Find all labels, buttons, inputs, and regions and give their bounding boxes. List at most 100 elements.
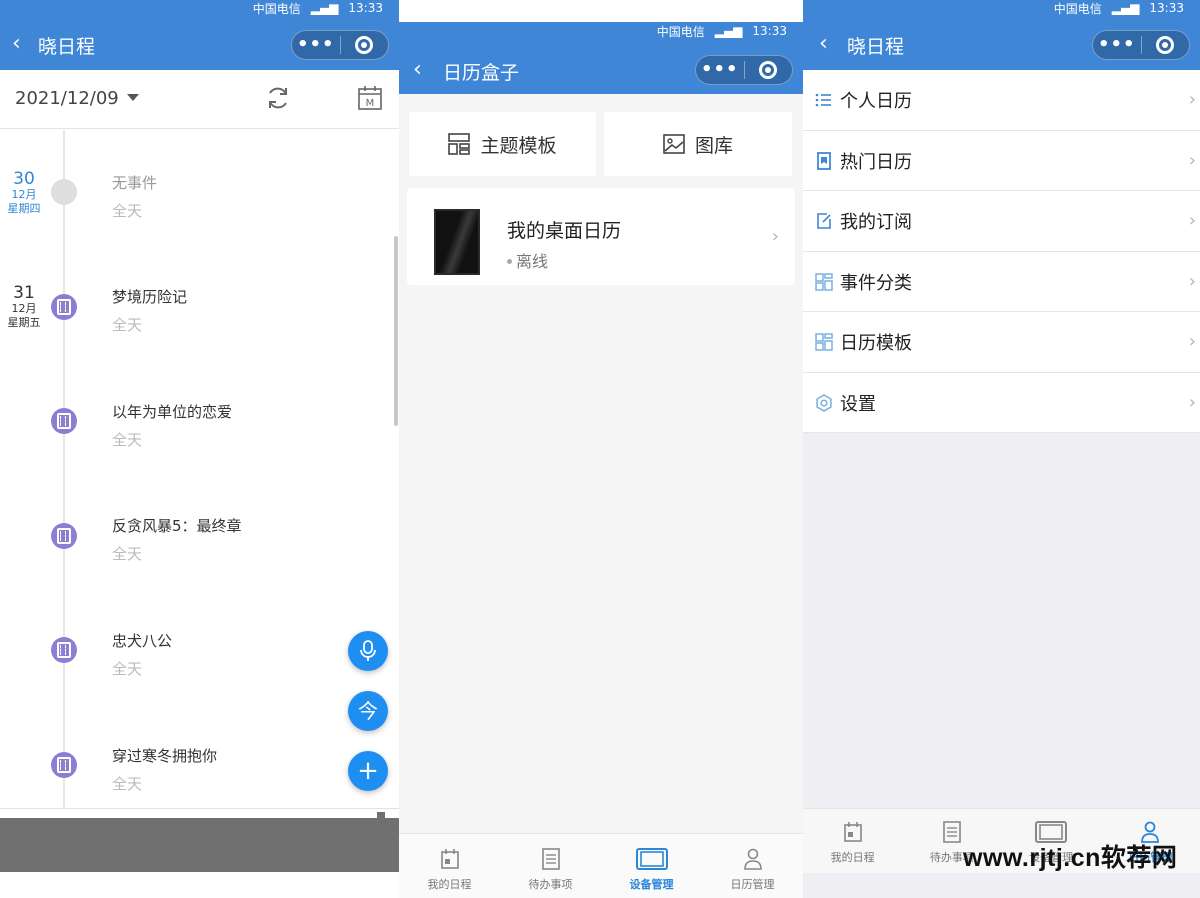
nav-bar: ‹ 晓日程 ••• xyxy=(0,16,399,70)
todo-icon xyxy=(943,821,961,843)
film-glyph xyxy=(57,528,71,544)
page-title: 晓日程 xyxy=(38,36,96,58)
more-icon[interactable]: ••• xyxy=(1093,31,1141,59)
tab-todo[interactable]: 待办事项 xyxy=(500,834,601,898)
event-title[interactable]: 反贪风暴5：最终章 xyxy=(112,515,242,536)
nav-bar: ‹ 晓日程 ••• xyxy=(803,16,1200,70)
film-icon xyxy=(51,408,77,434)
chevron-right-icon: › xyxy=(1188,89,1196,110)
tab-my-schedule[interactable]: 我的日程 xyxy=(399,834,500,898)
event-title[interactable]: 穿过寒冬拥抱你 xyxy=(112,745,217,766)
back-icon[interactable]: ‹ xyxy=(12,33,21,55)
close-miniprogram-button[interactable] xyxy=(340,36,388,54)
device-thumbnail xyxy=(434,209,480,275)
event-title[interactable]: 无事件 xyxy=(112,172,157,193)
event-time: 全天 xyxy=(112,775,143,793)
close-miniprogram-button[interactable] xyxy=(1141,36,1189,54)
menu-item-my-subscriptions[interactable]: 我的订阅 › xyxy=(803,191,1200,252)
back-icon[interactable]: ‹ xyxy=(413,59,422,81)
date-selector[interactable]: 2021/12/09 xyxy=(15,88,119,109)
day-month: 12月 xyxy=(11,302,37,315)
signal-icon: ▂▄▆ xyxy=(310,1,339,15)
theme-template-tile[interactable]: 主题模板 xyxy=(409,112,596,176)
caret-down-icon[interactable] xyxy=(127,94,139,101)
day-number: 30 xyxy=(13,169,35,189)
time-label: 13:33 xyxy=(348,1,383,15)
event-time: 全天 xyxy=(112,545,143,563)
tab-label: 设备管理 xyxy=(629,878,674,891)
chevron-right-icon: › xyxy=(1188,331,1196,352)
voice-input-button[interactable] xyxy=(348,631,388,671)
timeline-line xyxy=(63,130,65,808)
month-view-icon[interactable]: M xyxy=(357,85,383,111)
close-miniprogram-button[interactable] xyxy=(744,61,792,79)
svg-text:M: M xyxy=(366,98,375,109)
chevron-right-icon: › xyxy=(1188,210,1196,231)
gallery-icon xyxy=(663,134,685,154)
tile-label: 图库 xyxy=(694,134,733,157)
menu-label: 设置 xyxy=(840,393,876,415)
plus-icon: + xyxy=(357,756,379,786)
menu-item-settings[interactable]: 设置 › xyxy=(803,373,1200,433)
day-label-31: 31 12月 星期五 xyxy=(0,284,48,331)
date-picker-bar: 2021/12/09 xyxy=(0,70,399,129)
chevron-right-icon: › xyxy=(1188,270,1196,292)
tab-device-management[interactable]: 设备管理 xyxy=(601,834,702,898)
tab-bar: 我的日程 待办事项 设备管理 日历管理 xyxy=(399,833,803,898)
event-time: 全天 xyxy=(112,660,143,678)
empty-event-dot xyxy=(51,179,77,205)
menu-label: 热门日历 xyxy=(840,151,912,173)
carrier-label: 中国电信 xyxy=(252,1,301,16)
more-icon[interactable]: ••• xyxy=(292,31,340,59)
bookmark-icon xyxy=(817,151,831,170)
microphone-icon xyxy=(360,640,376,661)
menu-label: 个人日历 xyxy=(840,91,912,112)
status-bar: 中国电信 ▂▄▆ 13:33 xyxy=(803,0,1200,16)
back-icon[interactable]: ‹ xyxy=(819,33,828,55)
menu-label: 日历模板 xyxy=(840,333,912,354)
top-gap xyxy=(399,0,803,22)
day-number: 31 xyxy=(13,283,35,303)
event-time: 全天 xyxy=(112,431,143,449)
event-time: 全天 xyxy=(112,316,143,334)
today-button[interactable]: 今 xyxy=(348,691,388,731)
day-weekday: 星期五 xyxy=(7,316,41,329)
film-icon xyxy=(51,294,77,320)
film-glyph xyxy=(57,642,71,658)
menu-item-personal-calendar[interactable]: 个人日历 › xyxy=(803,70,1200,131)
tab-label: 我的日程 xyxy=(830,851,875,864)
gallery-tile[interactable]: 图库 xyxy=(604,112,792,176)
subscribe-icon xyxy=(817,213,831,229)
miniprogram-capsule: ••• xyxy=(1092,30,1190,60)
event-title[interactable]: 忠犬八公 xyxy=(112,630,172,651)
event-title[interactable]: 以年为单位的恋爱 xyxy=(112,401,232,422)
menu-item-calendar-template[interactable]: 日历模板 › xyxy=(803,312,1200,373)
day-month: 12月 xyxy=(11,188,37,201)
device-card[interactable]: 我的桌面日历 离线 › xyxy=(407,188,795,285)
tile-label: 主题模板 xyxy=(480,134,557,157)
film-icon xyxy=(51,752,77,778)
more-icon[interactable]: ••• xyxy=(696,56,744,84)
page-title: 日历盒子 xyxy=(443,62,520,84)
menu-item-event-category[interactable]: 事件分类 › xyxy=(803,252,1200,312)
page-title: 晓日程 xyxy=(847,36,905,58)
grid-icon xyxy=(815,272,833,291)
refresh-icon[interactable] xyxy=(264,84,292,112)
tab-my-schedule[interactable]: 我的日程 xyxy=(803,809,902,873)
calendar-management-screen: 中国电信 ▂▄▆ 13:33 ‹ 晓日程 ••• 个人日历 › 热门日历 › 我… xyxy=(803,0,1200,898)
scrollbar[interactable] xyxy=(394,236,398,426)
template-icon xyxy=(448,133,471,155)
add-event-button[interactable]: + xyxy=(348,751,388,791)
tab-calendar-management[interactable]: 日历管理 xyxy=(702,834,803,898)
schedule-screen: 中国电信 ▂▄▆ 13:33 ‹ 晓日程 ••• 2021/12/09 M 30… xyxy=(0,0,399,898)
menu-label: 事件分类 xyxy=(840,272,912,294)
film-icon xyxy=(51,637,77,663)
day-label-30: 30 12月 星期四 xyxy=(0,170,48,217)
calendar-icon xyxy=(440,849,459,869)
device-icon xyxy=(635,848,668,870)
device-status: 离线 xyxy=(505,248,548,272)
event-title[interactable]: 梦境历险记 xyxy=(112,286,187,307)
tab-label: 日历管理 xyxy=(730,878,775,891)
menu-item-hot-calendar[interactable]: 热门日历 › xyxy=(803,131,1200,191)
tab-label: 我的日程 xyxy=(427,878,472,891)
